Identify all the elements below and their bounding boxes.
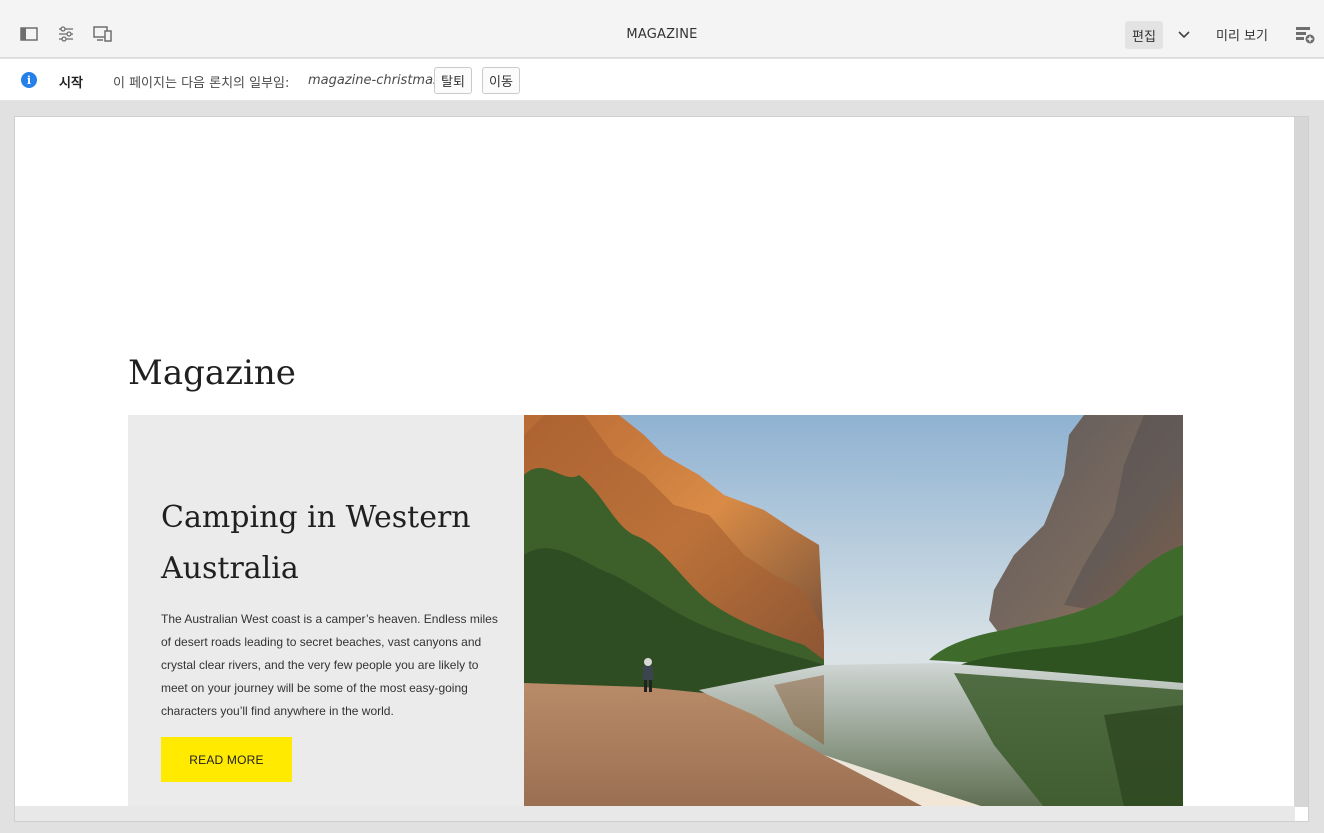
- page-heading[interactable]: Magazine: [128, 353, 296, 393]
- canyon-landscape-image: [524, 415, 1183, 807]
- start-label: 시작: [59, 76, 83, 91]
- page-content-frame: Magazine Camping in Western Australia Th…: [14, 116, 1309, 822]
- edit-mode-button[interactable]: 편집: [1125, 21, 1163, 49]
- launch-info-bar: i 시작 이 페이지는 다음 론치의 일부임: magazine-christm…: [0, 59, 1324, 101]
- preview-button[interactable]: 미리 보기: [1210, 25, 1274, 44]
- teaser-text-panel[interactable]: Camping in Western Australia The Austral…: [128, 415, 525, 807]
- horizontal-scrollbar[interactable]: [15, 806, 1295, 821]
- launch-name: magazine-christmas: [308, 73, 440, 88]
- mode-dropdown-chevron-icon[interactable]: [1175, 26, 1193, 44]
- info-icon: i: [21, 72, 37, 88]
- vertical-scrollbar[interactable]: [1294, 117, 1308, 807]
- teaser-image[interactable]: [524, 415, 1183, 807]
- annotate-icon[interactable]: [1295, 25, 1315, 45]
- detach-button[interactable]: 탈퇴: [434, 67, 472, 94]
- teaser-description: The Australian West coast is a camper’s …: [161, 612, 498, 718]
- read-more-button[interactable]: READ MORE: [161, 737, 292, 782]
- teaser-title: Camping in Western Australia: [161, 500, 471, 586]
- editor-toolbar: MAGAZINE 편집 미리 보기: [0, 0, 1324, 58]
- go-to-launch-button[interactable]: 이동: [482, 67, 520, 94]
- launch-info-text: 이 페이지는 다음 론치의 일부임:: [113, 76, 290, 91]
